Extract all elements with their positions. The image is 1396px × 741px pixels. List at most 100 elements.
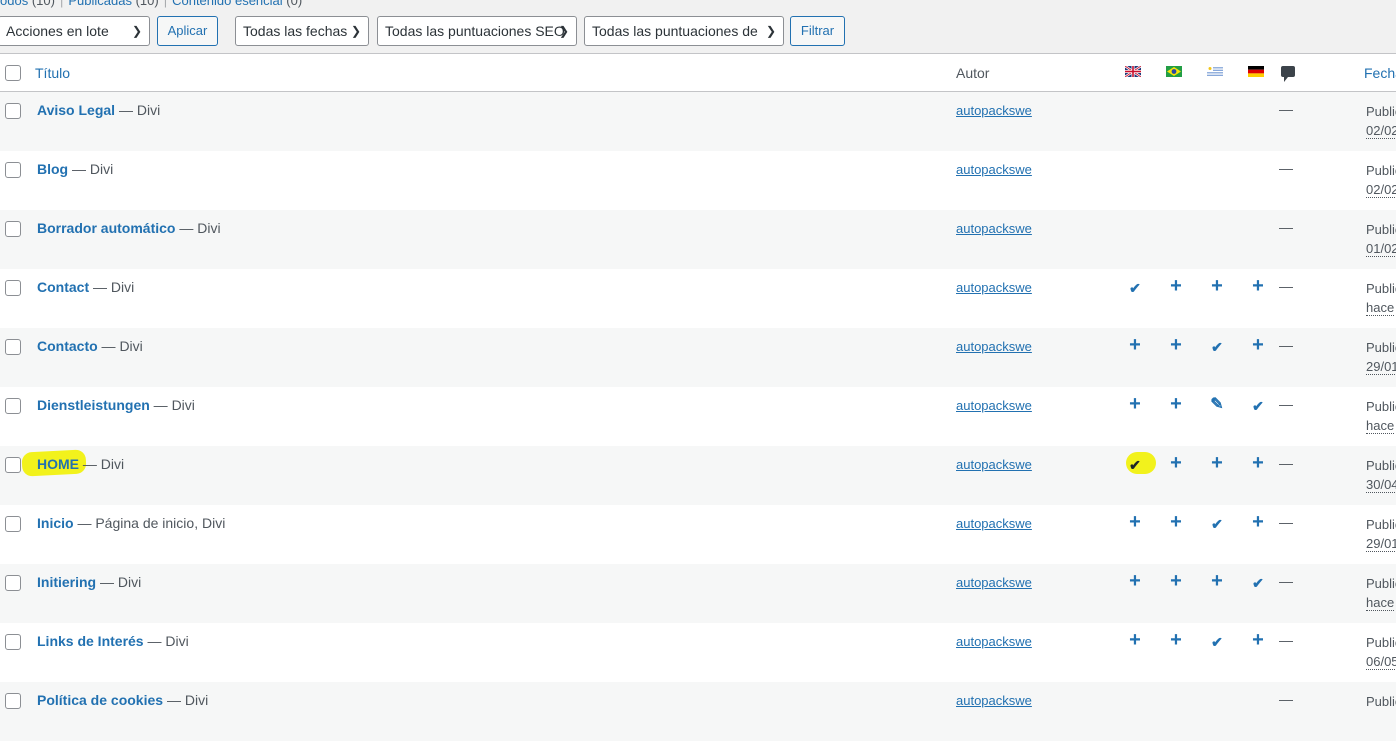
post-state: — Divi — [97, 338, 143, 354]
post-title-link[interactable]: Contact — [37, 279, 89, 295]
row-title: Contact — Divi — [37, 279, 134, 295]
row-checkbox[interactable] — [5, 280, 21, 296]
apply-button[interactable]: Aplicar — [157, 16, 218, 46]
add-translation-icon[interactable]: + — [1125, 394, 1145, 414]
translation-done-icon[interactable]: ✔ — [1248, 396, 1268, 416]
post-title-link[interactable]: Contacto — [37, 338, 98, 354]
table-body: Aviso Legal — Divi autopackswe — Publicada0… — [0, 92, 1396, 741]
add-translation-icon[interactable]: + — [1166, 276, 1186, 296]
filter-all-link[interactable]: odos (10) — [0, 0, 55, 8]
row-title: Links de Interés — Divi — [37, 633, 189, 649]
uy-flag-icon — [1207, 66, 1223, 77]
post-title-link[interactable]: HOME — [37, 456, 79, 472]
comment-icon — [1281, 66, 1295, 82]
add-translation-icon[interactable]: + — [1125, 571, 1145, 591]
filter-cornerstone-link[interactable]: Contenido esencial (0) — [172, 0, 302, 8]
post-title-link[interactable]: Aviso Legal — [37, 102, 115, 118]
author-link[interactable]: autopackswe — [956, 103, 1032, 118]
add-translation-icon[interactable]: + — [1248, 335, 1268, 355]
table-header: Título Autor Fecha — [0, 53, 1396, 92]
add-translation-icon[interactable]: + — [1166, 335, 1186, 355]
post-state: — Divi — [89, 279, 135, 295]
date-column-header[interactable]: Fecha — [1364, 65, 1396, 81]
translation-done-icon[interactable]: ✔ — [1207, 337, 1227, 357]
add-translation-icon[interactable]: + — [1207, 571, 1227, 591]
post-state: — Página de inicio, Divi — [73, 515, 226, 531]
add-translation-icon[interactable]: + — [1248, 630, 1268, 650]
add-translation-icon[interactable]: + — [1166, 571, 1186, 591]
chevron-down-icon: ❯ — [558, 24, 569, 38]
row-checkbox[interactable] — [5, 339, 21, 355]
row-checkbox[interactable] — [5, 221, 21, 237]
add-translation-icon[interactable]: + — [1166, 394, 1186, 414]
add-translation-icon[interactable]: + — [1125, 335, 1145, 355]
post-date: Publicada02/02 — [1366, 161, 1396, 199]
dates-select[interactable]: Todas las fechas ❯ — [235, 16, 369, 46]
translation-done-icon[interactable]: ✔ — [1125, 455, 1145, 475]
add-translation-icon[interactable]: + — [1125, 512, 1145, 532]
seo-scores-select[interactable]: Todas las puntuaciones SEO ❯ — [377, 16, 577, 46]
add-translation-icon[interactable]: + — [1125, 630, 1145, 650]
title-column-header[interactable]: Título — [35, 65, 70, 81]
add-translation-icon[interactable]: + — [1248, 512, 1268, 532]
add-translation-icon[interactable]: + — [1166, 453, 1186, 473]
add-translation-icon[interactable]: + — [1207, 453, 1227, 473]
author-link[interactable]: autopackswe — [956, 162, 1032, 177]
chevron-down-icon: ❯ — [131, 24, 142, 38]
row-title: Dienstleistungen — Divi — [37, 397, 195, 413]
post-title-link[interactable]: Inicio — [37, 515, 74, 531]
add-translation-icon[interactable]: + — [1166, 630, 1186, 650]
row-checkbox[interactable] — [5, 162, 21, 178]
chevron-down-icon: ❯ — [765, 24, 776, 38]
en-flag-icon — [1125, 66, 1141, 77]
post-title-link[interactable]: Links de Interés — [37, 633, 144, 649]
edit-translation-icon[interactable]: ✎ — [1207, 395, 1227, 415]
comments-count: — — [1279, 455, 1293, 471]
filter-published-link[interactable]: Publicadas (10) — [68, 0, 158, 8]
translation-done-icon[interactable]: ✔ — [1125, 278, 1145, 298]
add-translation-icon[interactable]: + — [1248, 276, 1268, 296]
row-title: Inicio — Página de inicio, Divi — [37, 515, 225, 531]
row-checkbox[interactable] — [5, 398, 21, 414]
author-link[interactable]: autopackswe — [956, 221, 1032, 236]
filter-button[interactable]: Filtrar — [790, 16, 845, 46]
readability-scores-select[interactable]: Todas las puntuaciones de ❯ — [584, 16, 784, 46]
select-all-checkbox[interactable] — [5, 65, 21, 81]
post-title-link[interactable]: Borrador automático — [37, 220, 175, 236]
translation-done-icon[interactable]: ✔ — [1207, 632, 1227, 652]
comments-count: — — [1279, 573, 1293, 589]
author-link[interactable]: autopackswe — [956, 398, 1032, 413]
post-state: — Divi — [68, 161, 114, 177]
row-title: Contacto — Divi — [37, 338, 143, 354]
post-title-link[interactable]: Blog — [37, 161, 68, 177]
author-link[interactable]: autopackswe — [956, 575, 1032, 590]
add-translation-icon[interactable]: + — [1166, 512, 1186, 532]
table-row: Contacto — Divi autopackswe + + ✔ + — Publicada… — [0, 328, 1396, 387]
post-title-link[interactable]: Initiering — [37, 574, 96, 590]
author-link[interactable]: autopackswe — [956, 516, 1032, 531]
author-link[interactable]: autopackswe — [956, 457, 1032, 472]
translation-done-icon[interactable]: ✔ — [1248, 573, 1268, 593]
post-date: Publicada30/04 — [1366, 456, 1396, 494]
row-checkbox[interactable] — [5, 575, 21, 591]
post-title-link[interactable]: Política de cookies — [37, 692, 163, 708]
add-translation-icon[interactable]: + — [1207, 276, 1227, 296]
comments-count: — — [1279, 337, 1293, 353]
comments-count: — — [1279, 278, 1293, 294]
row-checkbox[interactable] — [5, 634, 21, 650]
row-title: Borrador automático — Divi — [37, 220, 221, 236]
translation-done-icon[interactable]: ✔ — [1207, 514, 1227, 534]
add-translation-icon[interactable]: + — [1248, 453, 1268, 473]
author-link[interactable]: autopackswe — [956, 693, 1032, 708]
posts-table: Título Autor Fecha Aviso Legal — Divi aut… — [0, 53, 1396, 741]
bulk-actions-select[interactable]: Acciones en lote ❯ — [0, 16, 150, 46]
row-checkbox[interactable] — [5, 516, 21, 532]
table-row: Política de cookies — Divi autopackswe — Pu… — [0, 682, 1396, 741]
author-link[interactable]: autopackswe — [956, 634, 1032, 649]
author-link[interactable]: autopackswe — [956, 339, 1032, 354]
comments-count: — — [1279, 691, 1293, 707]
post-title-link[interactable]: Dienstleistungen — [37, 397, 150, 413]
author-link[interactable]: autopackswe — [956, 280, 1032, 295]
row-checkbox[interactable] — [5, 457, 21, 473]
row-checkbox[interactable] — [5, 103, 21, 119]
